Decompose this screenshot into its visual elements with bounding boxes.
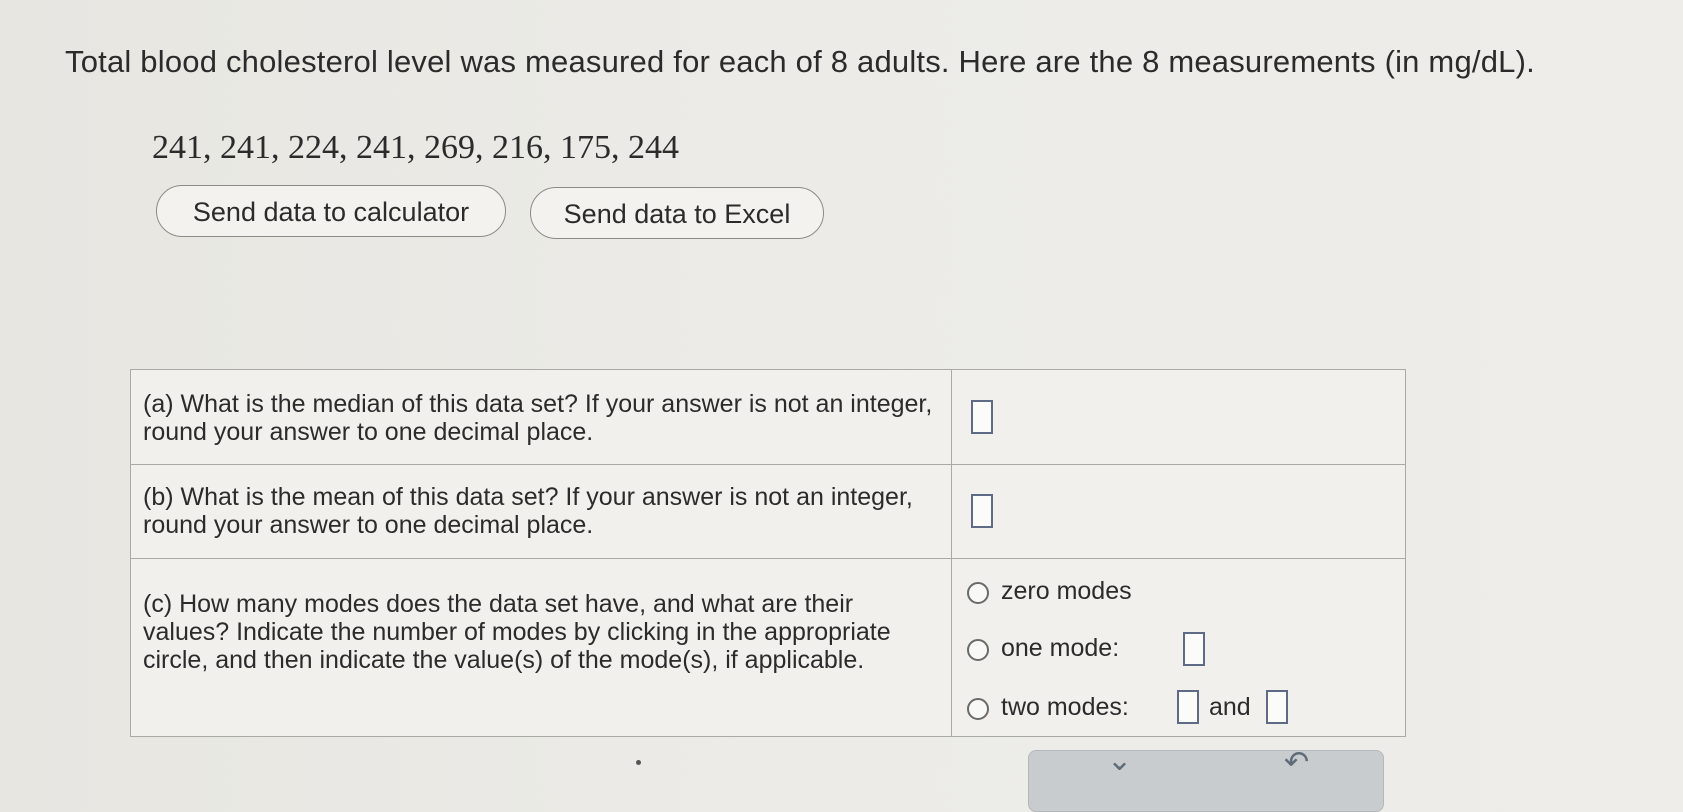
zero-modes-label: zero modes	[1001, 577, 1132, 605]
one-mode-value-input[interactable]	[1183, 632, 1205, 666]
median-answer-input[interactable]	[971, 400, 993, 434]
mean-answer-input[interactable]	[971, 494, 993, 528]
two-modes-radio[interactable]	[967, 698, 989, 720]
one-mode-label: one mode:	[1001, 634, 1120, 662]
two-modes-label: two modes:	[1001, 693, 1129, 721]
column-divider	[951, 370, 952, 736]
two-modes-first-value-input[interactable]	[1177, 690, 1199, 724]
send-to-calculator-button[interactable]: Send data to calculator	[156, 185, 506, 237]
one-mode-radio[interactable]	[967, 639, 989, 661]
send-to-excel-button[interactable]: Send data to Excel	[530, 187, 824, 239]
answer-toolbar: ⌄ ↶	[1028, 744, 1384, 812]
chevron-down-icon[interactable]: ⌄	[1107, 743, 1132, 778]
question-c-text: (c) How many modes does the data set hav…	[143, 590, 891, 674]
data-values: 241, 241, 224, 241, 269, 216, 175, 244	[152, 129, 679, 166]
row-divider	[131, 464, 1405, 465]
two-modes-second-value-input[interactable]	[1266, 690, 1288, 724]
mouse-pointer-dot	[636, 760, 641, 765]
problem-statement: Total blood cholesterol level was measur…	[65, 44, 1535, 79]
question-a-text: (a) What is the median of this data set?…	[143, 390, 933, 446]
question-b-text: (b) What is the mean of this data set? I…	[143, 483, 913, 539]
row-divider	[131, 558, 1405, 559]
question-table: (a) What is the median of this data set?…	[130, 369, 1406, 737]
undo-icon[interactable]: ↶	[1284, 745, 1309, 780]
zero-modes-radio[interactable]	[967, 582, 989, 604]
and-label: and	[1209, 693, 1251, 721]
